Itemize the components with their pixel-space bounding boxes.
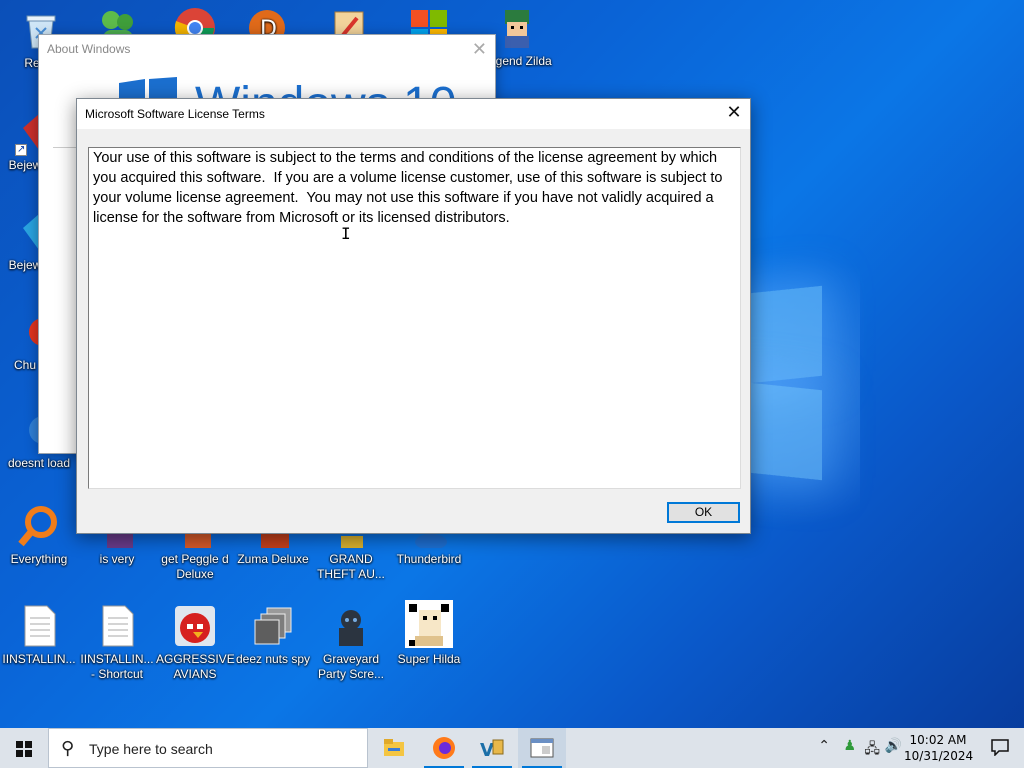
user-status-icon[interactable]: ♟ [843,738,856,754]
text-file-shortcut-icon [95,604,139,648]
dialog-close-button[interactable]: ✕ [718,99,750,129]
stacked-windows-icon [251,604,295,648]
taskbar-clock[interactable]: 10:02 AM 10/31/2024 [904,732,974,764]
dialog-titlebar[interactable]: Microsoft Software License Terms ✕ [77,99,750,129]
search-icon: ⚲ [61,738,75,759]
desktop-icon-installing-1[interactable]: IINSTALLIN... [0,604,78,667]
dark-figure-icon [329,604,373,648]
taskbar-file-explorer[interactable] [370,728,418,768]
license-text: Your use of this software is subject to … [93,150,727,226]
taskbar-firefox[interactable] [420,728,468,768]
firefox-icon [433,737,455,759]
about-close-icon[interactable]: ✕ [472,39,487,60]
windows-start-icon [16,741,32,757]
license-text-box[interactable]: Your use of this software is subject to … [88,147,741,489]
wallpaper-windows-logo [740,285,822,481]
pixel-character-icon [405,600,453,648]
network-icon[interactable]: 🖧 [864,738,880,762]
taskbar-search-box[interactable]: ⚲ Type here to search [48,728,368,768]
taskbar-dialog-app[interactable] [518,728,566,768]
zilda-character-icon [495,6,539,50]
desktop-icon-deez-nuts-spy[interactable]: deez nuts spy [234,604,312,667]
svg-text:V: V [480,740,494,761]
chevron-up-icon[interactable]: ⌃ [818,738,830,754]
notification-icon[interactable] [990,738,1010,756]
dialog-app-icon [530,738,554,758]
text-cursor-icon: I [341,224,351,243]
text-file-icon [17,604,61,648]
volume-icon[interactable]: 🔊 [885,738,902,754]
ok-button[interactable]: OK [667,502,740,523]
clock-date: 10/31/2024 [904,749,974,763]
about-window-title: About Windows [47,42,131,56]
desktop-icon-graveyard[interactable]: Graveyard Party Scre... [312,604,390,682]
desktop-icon-everything[interactable]: Everything [0,504,78,567]
license-terms-dialog[interactable]: Microsoft Software License Terms ✕ Your … [76,98,751,534]
dialog-title: Microsoft Software License Terms [85,107,265,121]
vb-icon: V [480,739,504,761]
start-button[interactable] [0,728,48,768]
taskbar-vb[interactable]: V [468,728,516,768]
desktop-icon-super-hilda[interactable]: Super Hilda [390,600,468,667]
angry-bird-icon [173,604,217,648]
file-explorer-icon [384,739,404,756]
desktop-icon-aggressive-avians[interactable]: AGGRESSIVE AVIANS [156,604,235,682]
desktop-icon-installing-2[interactable]: IINSTALLIN... - Shortcut [78,604,156,682]
magnifier-orange-icon [17,504,61,548]
taskbar: ⚲ Type here to search V ⌃ ♟ 🖧 🔊 10:02 AM… [0,728,1024,768]
clock-time: 10:02 AM [909,733,967,747]
search-placeholder: Type here to search [89,741,213,757]
